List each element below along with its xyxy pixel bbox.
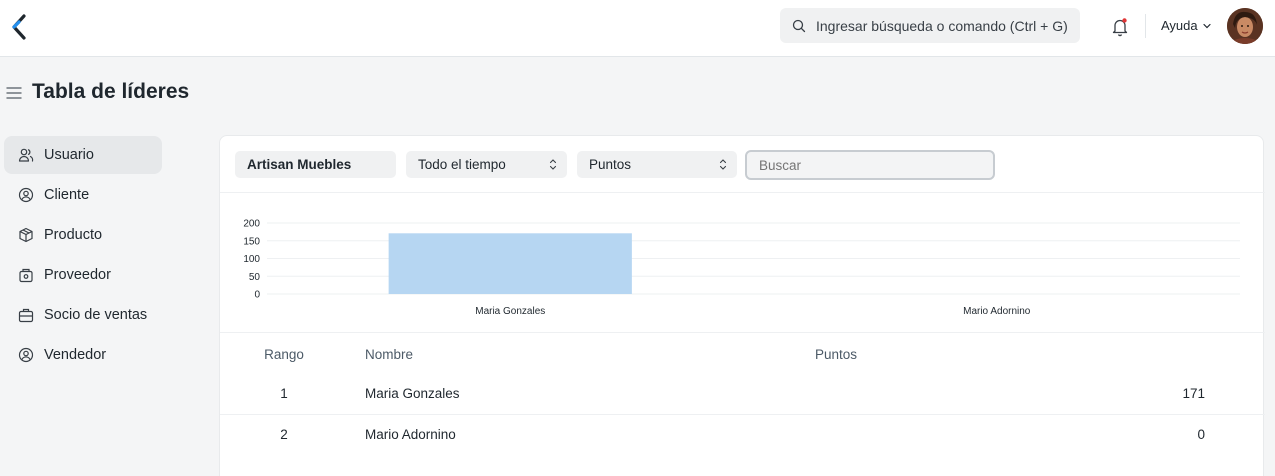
users-icon — [18, 148, 34, 162]
y-tick-label: 200 — [243, 219, 260, 230]
y-tick-label: 150 — [243, 236, 260, 247]
table-header: Rango Nombre Puntos — [220, 342, 1265, 368]
help-label: Ayuda — [1161, 18, 1198, 33]
user-avatar[interactable] — [1227, 8, 1263, 44]
sidebar-item-label: Socio de ventas — [44, 307, 148, 323]
header-rank: Rango — [264, 347, 304, 362]
sidebar-item-usuario[interactable]: Usuario — [4, 136, 162, 174]
x-tick-label: Mario Adornino — [963, 306, 1031, 317]
y-tick-label: 100 — [243, 254, 260, 265]
row-name[interactable]: Mario Adornino — [365, 427, 456, 442]
sidebar-item-label: Producto — [44, 227, 103, 243]
navbar-divider — [1145, 14, 1146, 38]
period-select-value: Todo el tiempo — [418, 157, 506, 172]
y-tick-label: 0 — [254, 290, 260, 301]
select-arrows-icon — [719, 159, 727, 170]
row-rank: 1 — [280, 386, 288, 401]
chart-bar[interactable] — [388, 233, 632, 294]
sidebar-item-producto[interactable]: Producto — [4, 216, 162, 254]
sidebar-item-proveedor[interactable]: Proveedor — [4, 256, 162, 294]
table-row[interactable]: 1 Maria Gonzales 171 — [220, 374, 1265, 415]
row-name[interactable]: Maria Gonzales — [365, 386, 460, 401]
x-tick-label: Maria Gonzales — [475, 306, 545, 317]
table-row[interactable]: 2 Mario Adornino 0 — [220, 415, 1265, 456]
y-tick-label: 50 — [249, 272, 261, 283]
navbar: Ingresar búsqueda o comando (Ctrl + G) A… — [0, 0, 1275, 57]
bell-icon[interactable] — [1111, 17, 1129, 37]
period-select[interactable]: Todo el tiempo — [406, 151, 567, 178]
sidebar-item-socio-de-ventas[interactable]: Socio de ventas — [4, 296, 162, 334]
select-arrows-icon — [549, 159, 557, 170]
sidebar-item-label: Usuario — [44, 147, 94, 163]
field-select-value: Puntos — [589, 157, 632, 172]
search-icon — [792, 19, 806, 32]
sidebar-item-vendedor[interactable]: Vendedor — [4, 336, 162, 374]
leaderboard-bar-chart: 0 50 100 150 200 Maria Gonzales Mario Adornino — [243, 219, 1240, 317]
header-name: Nombre — [365, 347, 414, 362]
sidebar-toggle-icon[interactable] — [6, 86, 22, 100]
leaderboard-search-input[interactable] — [745, 150, 995, 180]
global-search-placeholder: Ingresar búsqueda o comando (Ctrl + G) — [816, 17, 1068, 34]
sidebar: Usuario Cliente Producto Proveedor Socio… — [4, 136, 162, 376]
user-circle-icon — [18, 347, 34, 363]
field-select[interactable]: Puntos — [577, 151, 737, 178]
sidebar-item-label: Proveedor — [44, 267, 111, 283]
company-filter[interactable]: Artisan Muebles — [235, 151, 396, 178]
sidebar-item-cliente[interactable]: Cliente — [4, 176, 162, 214]
chart-divider — [220, 332, 1265, 333]
header-points: Puntos — [815, 347, 858, 362]
row-rank: 2 — [280, 427, 288, 442]
box-icon — [19, 227, 33, 243]
row-points: 171 — [1182, 386, 1205, 401]
page-title: Tabla de líderes — [32, 80, 190, 103]
chevron-down-icon — [1203, 23, 1211, 28]
filter-bar: Artisan Muebles Todo el tiempo Puntos — [220, 136, 1265, 193]
briefcase-icon — [18, 308, 34, 323]
supplier-icon — [19, 268, 33, 283]
help-dropdown[interactable]: Ayuda — [1161, 18, 1212, 33]
company-filter-value: Artisan Muebles — [247, 157, 352, 172]
sidebar-item-label: Cliente — [44, 187, 90, 203]
leaderboard-card: Artisan Muebles Todo el tiempo Puntos 0 5… — [219, 135, 1265, 476]
customer-icon — [18, 187, 34, 203]
row-points: 0 — [1197, 427, 1205, 442]
app-logo-icon[interactable] — [10, 14, 30, 40]
sidebar-item-label: Vendedor — [44, 347, 107, 363]
global-search-bar[interactable]: Ingresar búsqueda o comando (Ctrl + G) — [780, 8, 1080, 43]
